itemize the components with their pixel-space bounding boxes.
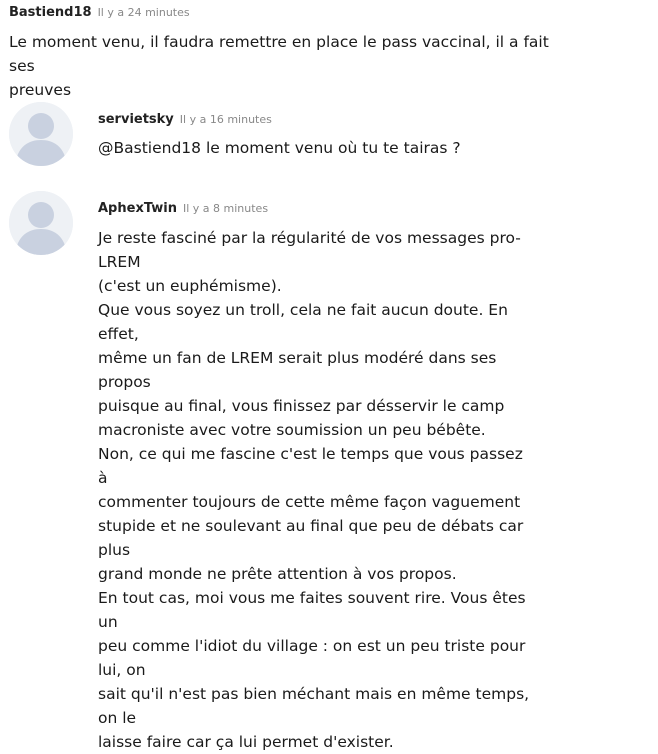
avatar[interactable] <box>9 102 73 166</box>
comment-text-line: commenter toujours de cette même façon v… <box>98 493 521 511</box>
comment-text: Je reste fasciné par la régularité de vo… <box>98 226 530 754</box>
comment-author[interactable]: Bastiend18 <box>9 5 92 20</box>
comment-author[interactable]: servietsky <box>98 112 174 127</box>
comment-text-line: (c'est un euphémisme). <box>98 277 282 295</box>
comment-text-line: En tout cas, moi vous me faites souvent … <box>98 589 526 631</box>
comment-timestamp[interactable]: Il y a 16 minutes <box>180 113 272 126</box>
comment-timestamp[interactable]: Il y a 24 minutes <box>98 6 190 19</box>
comment-text-line: @Bastiend18 le moment venu où tu te tair… <box>98 139 461 157</box>
comment-text-line: stupide et ne soulevant au final que peu… <box>98 517 524 559</box>
comment-header: AphexTwin Il y a 8 minutes <box>98 197 268 216</box>
comment-header: servietsky Il y a 16 minutes <box>98 108 272 127</box>
comment-header: Bastiend18 Il y a 24 minutes <box>9 1 190 20</box>
comment-text-line: sait qu'il n'est pas bien méchant mais e… <box>98 685 530 727</box>
comment-text-line: puisque au final, vous finissez par déss… <box>98 397 505 415</box>
comment-author[interactable]: AphexTwin <box>98 201 177 216</box>
default-user-icon <box>9 191 73 255</box>
comment-text-line: grand monde ne prête attention à vos pro… <box>98 565 457 583</box>
comment-text-line: même un fan de LREM serait plus modéré d… <box>98 349 497 391</box>
comment-text-line: laisse faire car ça lui permet d'exister… <box>98 733 394 751</box>
comment-text-line: Je reste fasciné par la régularité de vo… <box>98 229 521 271</box>
comment-text-line: peu comme l'idiot du village : on est un… <box>98 637 526 679</box>
comment-text-line: Que vous soyez un troll, cela ne fait au… <box>98 301 508 343</box>
comment-text: Le moment venu, il faudra remettre en pl… <box>9 30 569 102</box>
comment-text: @Bastiend18 le moment venu où tu te tair… <box>98 136 638 160</box>
avatar[interactable] <box>9 191 73 255</box>
comment-text-line: Le moment venu, il faudra remettre en pl… <box>9 33 549 75</box>
comment-text-line: macroniste avec votre soumission un peu … <box>98 421 486 439</box>
comment-text-line: Non, ce qui me fascine c'est le temps qu… <box>98 445 523 487</box>
default-user-icon <box>9 102 73 166</box>
comment-timestamp[interactable]: Il y a 8 minutes <box>183 202 268 215</box>
comment-text-line: preuves <box>9 81 72 99</box>
